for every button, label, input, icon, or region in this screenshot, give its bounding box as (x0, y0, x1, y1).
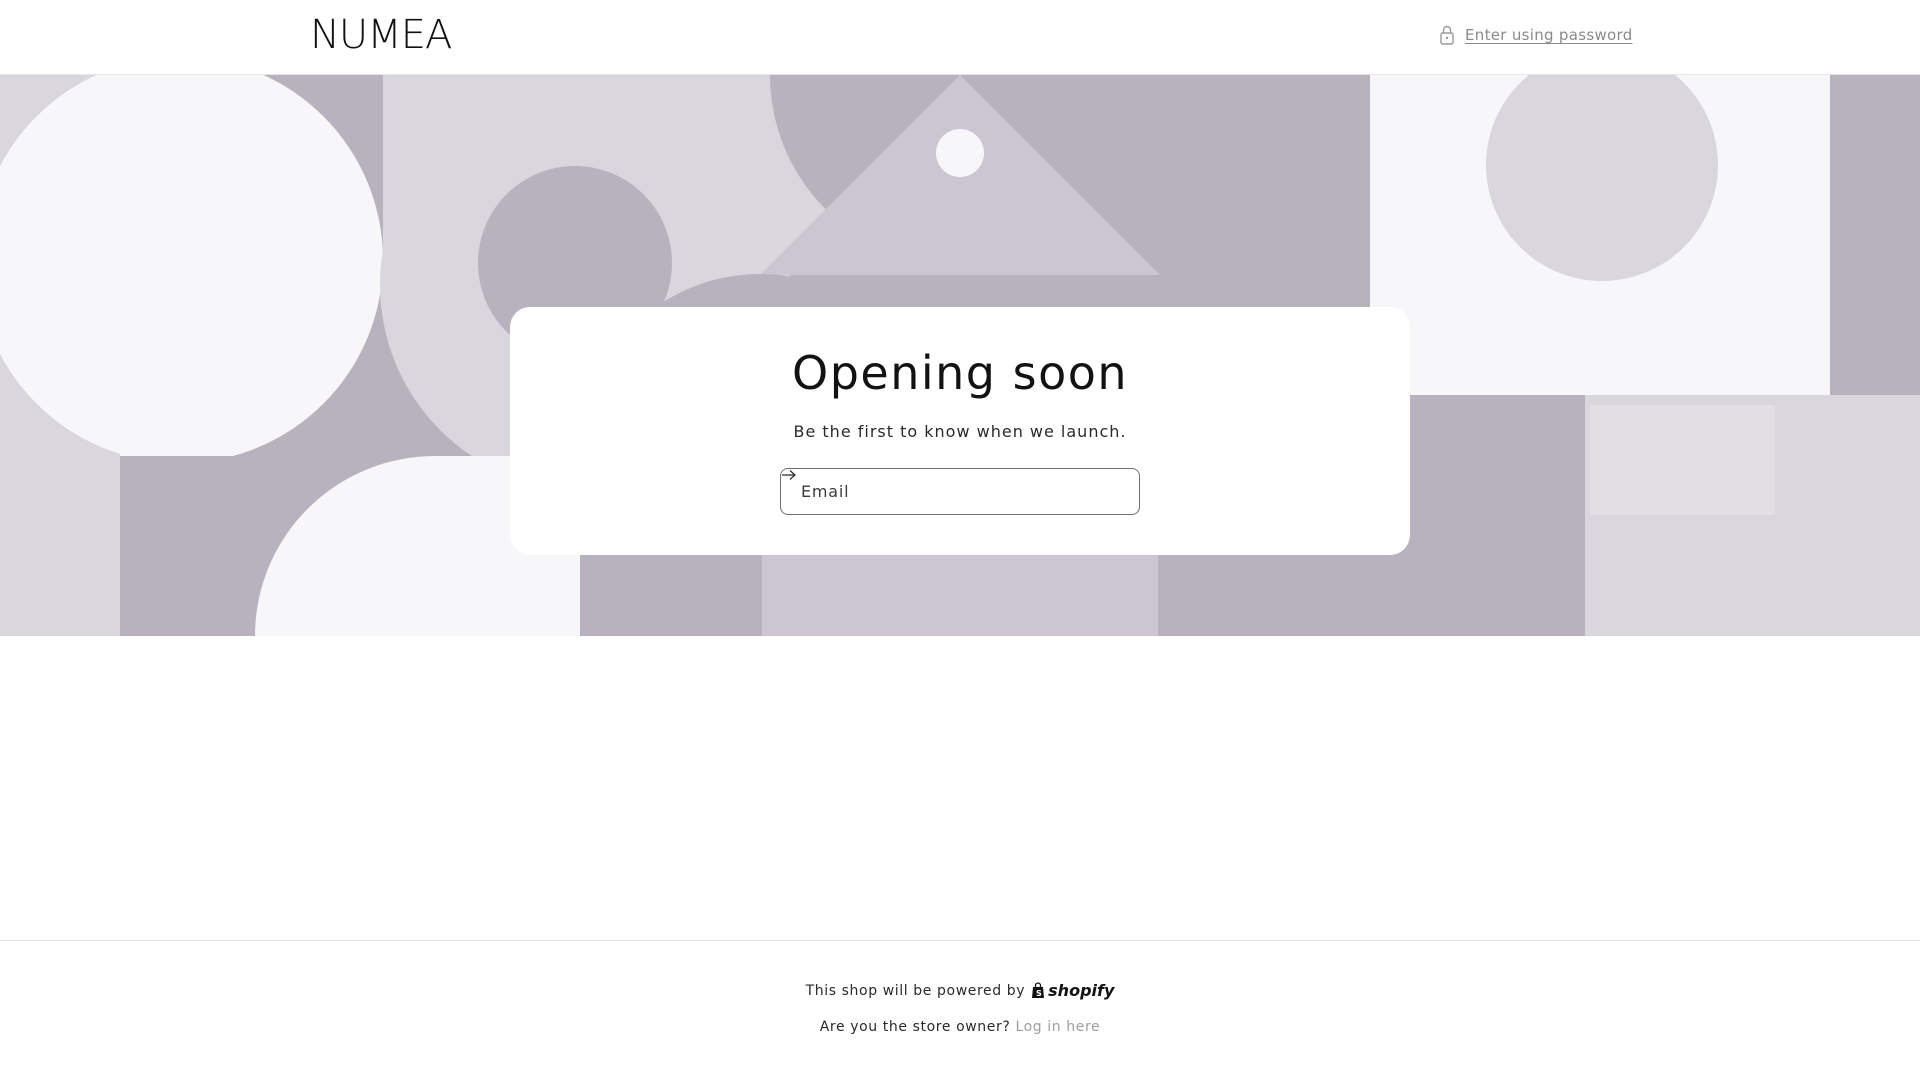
subscribe-button[interactable] (782, 470, 1139, 514)
launch-subtitle: Be the first to know when we launch. (793, 422, 1127, 441)
shopping-bag-icon: S (1032, 982, 1045, 998)
newsletter-card: Opening soon Be the first to know when w… (510, 307, 1410, 555)
store-logo[interactable]: NUMEA (310, 10, 452, 60)
arrow-right-icon (782, 470, 796, 480)
login-link[interactable]: Log in here (1015, 1019, 1100, 1035)
site-footer: This shop will be powered by S shopify A… (0, 940, 1920, 1080)
lock-icon (1437, 24, 1457, 46)
svg-text:S: S (1036, 989, 1042, 998)
site-header: NUMEA Enter using password (0, 0, 1920, 75)
enter-password-link[interactable]: Enter using password (1437, 22, 1633, 48)
email-placeholder[interactable]: Email (801, 482, 1099, 501)
powered-by: This shop will be powered by S shopify (0, 981, 1920, 1000)
shopify-wordmark: shopify (1048, 981, 1115, 1000)
owner-question: Are you the store owner? (819, 1019, 1011, 1035)
powered-by-text: This shop will be powered by (805, 982, 1026, 999)
page-title: Opening soon (791, 346, 1129, 400)
shopify-logo[interactable]: S shopify (1031, 981, 1114, 1000)
owner-login-line: Are you the store owner? Log in here (0, 1019, 1920, 1035)
email-field[interactable]: Email (780, 468, 1140, 515)
enter-password-label[interactable]: Enter using password (1465, 26, 1633, 44)
hero-banner: Opening soon Be the first to know when w… (0, 75, 1920, 636)
